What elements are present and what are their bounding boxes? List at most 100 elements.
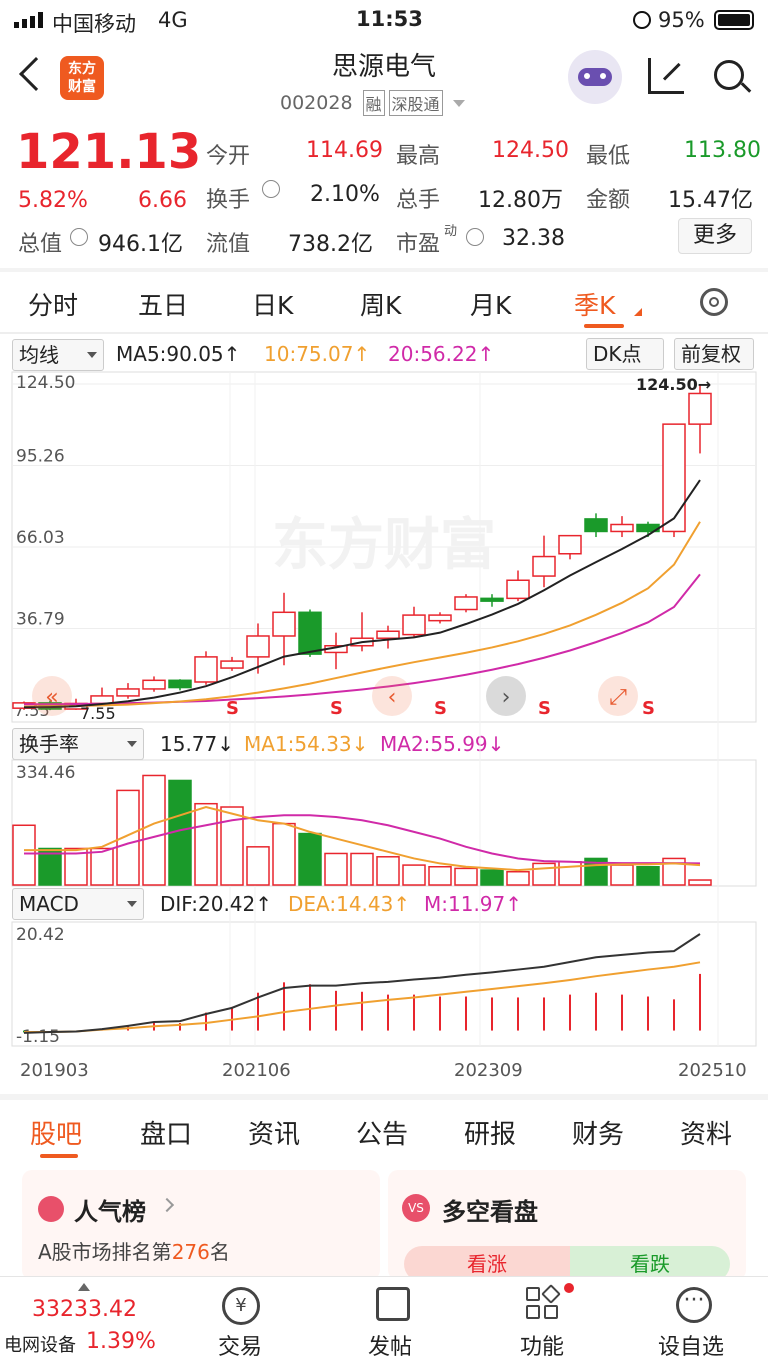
candle-body <box>662 423 686 533</box>
candle-body <box>506 579 530 600</box>
volume-bar <box>610 864 634 886</box>
candle-body <box>688 392 712 425</box>
connect-tag: 深股通 <box>388 90 443 116</box>
tab-monthly-k[interactable]: 月K <box>470 286 511 322</box>
dropdown-icon <box>452 99 465 107</box>
price-axis-label: 36.79 <box>16 609 65 629</box>
trade-icon[interactable]: ¥ <box>222 1287 260 1325</box>
popularity-title: 人气榜 <box>74 1198 146 1226</box>
time-axis-label: 202106 <box>222 1060 291 1081</box>
price-axis-label: 66.03 <box>16 528 65 548</box>
volume-bar <box>402 864 426 886</box>
ranking-icon <box>38 1196 64 1222</box>
price-axis-label: 95.26 <box>16 447 65 467</box>
signal-icon <box>14 12 46 28</box>
volume-axis-label: 334.46 <box>16 763 75 783</box>
volume-bar <box>428 865 452 886</box>
info-icon[interactable] <box>262 180 280 198</box>
scroll-left-icon-glyph: ‹ <box>388 685 397 710</box>
tab-research[interactable]: 研报 <box>464 1114 516 1151</box>
candle-body <box>480 597 504 602</box>
volume-bar <box>142 774 166 886</box>
candle-body <box>168 679 192 689</box>
tab-pankou[interactable]: 盘口 <box>140 1114 192 1151</box>
index-name: 电网设备 <box>4 1335 76 1356</box>
volume-bar <box>532 862 556 886</box>
high-marker: 124.50→ <box>636 375 711 394</box>
popularity-card[interactable]: 人气榜 A股市场排名第276名 <box>22 1170 380 1280</box>
notification-dot <box>564 1283 574 1293</box>
post-icon[interactable] <box>376 1287 410 1321</box>
volume-label: 总手 <box>396 188 441 213</box>
info-icon[interactable] <box>70 228 88 246</box>
dock-post[interactable]: 发帖 <box>368 1329 412 1361</box>
tab-announcements[interactable]: 公告 <box>356 1114 408 1151</box>
dock-trade[interactable]: 交易 <box>218 1329 262 1361</box>
volume-bar <box>12 824 36 886</box>
tab-underline <box>584 324 624 328</box>
turnover-label: 换手 <box>206 188 251 213</box>
volume-value: 12.80万 <box>478 188 563 213</box>
macd-axis-label: -1.15 <box>16 1027 60 1047</box>
tab-intraday[interactable]: 分时 <box>28 286 78 322</box>
nav-bar: 东方 财富 思源电气 002028 融 深股通 <box>0 40 768 116</box>
rank-text: A股市场排名第276名 <box>38 1240 230 1264</box>
turnover-value: 2.10% <box>310 182 380 207</box>
more-dots-icon[interactable]: ··· <box>676 1287 712 1323</box>
info-icon[interactable] <box>466 228 484 246</box>
volume-bar <box>324 852 348 886</box>
open-value: 114.69 <box>306 138 383 163</box>
time-axis-label: 202510 <box>678 1060 747 1081</box>
tab-underline <box>40 1154 78 1158</box>
tab-weekly-k[interactable]: 周K <box>360 286 401 322</box>
candle-body <box>532 555 556 577</box>
total-value-label: 总值 <box>18 232 63 257</box>
status-bar: 中国移动 4G 11:53 95% <box>0 0 768 40</box>
kline-chart-area: 均线 MA5:90.05↑ 10:75.07↑ 20:56.22↑ DK点 前复… <box>0 334 768 1094</box>
candle-body <box>376 630 400 639</box>
carrier: 中国移动 <box>52 12 136 36</box>
tab-quarterly-k[interactable]: 季K <box>574 286 615 322</box>
candle-body <box>584 518 608 533</box>
tab-guba[interactable]: 股吧 <box>30 1114 82 1151</box>
change-amount: 6.66 <box>138 188 187 213</box>
tab-finance[interactable]: 财务 <box>572 1114 624 1151</box>
more-button[interactable]: 更多 <box>678 218 752 254</box>
tab-news[interactable]: 资讯 <box>248 1114 300 1151</box>
lock-rotation-icon <box>633 11 651 29</box>
assistant-avatar-icon[interactable] <box>568 50 622 104</box>
time-axis-label: 202309 <box>454 1060 523 1081</box>
stock-subtitle[interactable]: 002028 融 深股通 <box>280 90 465 116</box>
macd-axis-label: 20.42 <box>16 925 65 945</box>
bull-bear-title: 多空看盘 <box>442 1198 538 1226</box>
volume-bar <box>636 865 660 886</box>
functions-grid-icon[interactable] <box>526 1284 561 1321</box>
chevron-right-icon <box>159 1197 175 1213</box>
margin-tag: 融 <box>362 90 385 116</box>
tab-profile[interactable]: 资料 <box>680 1114 732 1151</box>
index-value[interactable]: 33233.42 <box>32 1297 137 1322</box>
bull-bear-card[interactable]: VS 多空看盘 看涨 看跌 <box>388 1170 746 1282</box>
tab-5day[interactable]: 五日 <box>138 286 188 322</box>
volume-bar <box>350 852 374 886</box>
tab-daily-k[interactable]: 日K <box>252 286 293 322</box>
change-percent: 5.82% <box>18 188 88 213</box>
battery-icon <box>714 10 754 30</box>
dock-functions[interactable]: 功能 <box>520 1329 564 1361</box>
candle-body <box>272 611 296 637</box>
kline-svg[interactable]: 东方财富124.5095.2666.0336.797.55124.50→7.55… <box>0 334 768 1094</box>
time-axis-label: 201903 <box>20 1060 89 1081</box>
tab-dropdown-icon <box>634 308 642 316</box>
clock: 11:53 <box>356 7 423 31</box>
dock-add-watchlist[interactable]: 设自选 <box>658 1329 724 1361</box>
candle-body <box>402 614 426 636</box>
candle-body <box>220 660 244 669</box>
volume-bar <box>90 847 114 886</box>
search-icon[interactable] <box>714 60 744 90</box>
watermark: 东方财富 <box>272 513 496 578</box>
scroll-right-icon-glyph: › <box>502 685 511 710</box>
candle-body <box>298 611 322 655</box>
low-marker: 7.55 <box>80 704 116 723</box>
volume-bar <box>272 822 296 886</box>
quote-panel: 121.13 5.82% 6.66 总值 946.1亿 今开 114.69 最高… <box>0 120 768 270</box>
